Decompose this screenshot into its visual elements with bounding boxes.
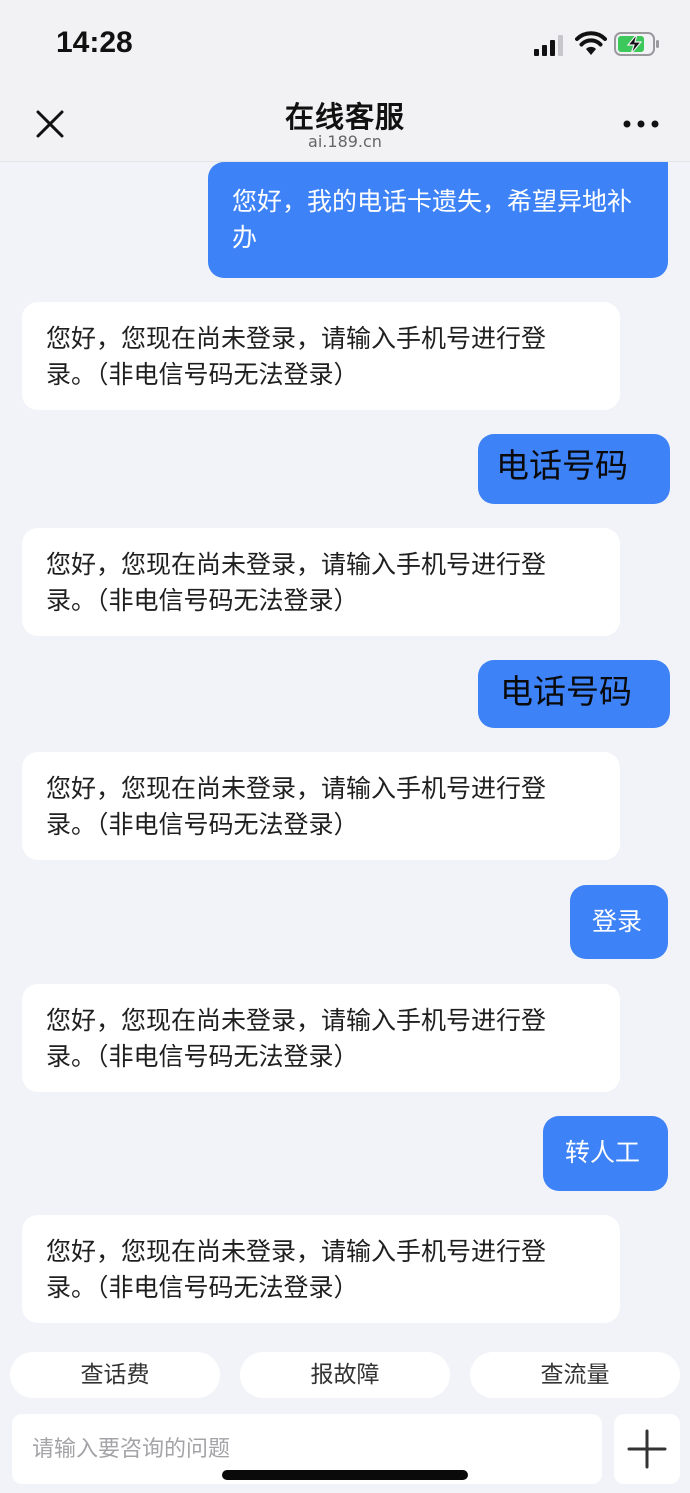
- message-text: 您好，我的电话卡遗失，希望异地补办: [232, 187, 633, 252]
- wifi-icon: [575, 31, 607, 55]
- message-text: 您好，您现在尚未登录，请输入手机号进行登录。（非电信号码无法登录）: [46, 550, 547, 615]
- message-text: 您好，您现在尚未登录，请输入手机号进行登录。（非电信号码无法登录）: [46, 324, 547, 389]
- quick-reply-report-fault[interactable]: 报故障: [240, 1352, 450, 1398]
- battery-charging-icon: [614, 32, 659, 56]
- message-text: 您好，您现在尚未登录，请输入手机号进行登录。（非电信号码无法登录）: [46, 774, 547, 839]
- quick-reply-bar: 查话费 报故障 查流量: [0, 1334, 690, 1414]
- page-subtitle: ai.189.cn: [308, 132, 382, 151]
- quick-reply-check-balance[interactable]: 查话费: [10, 1352, 220, 1398]
- quick-reply-check-data[interactable]: 查流量: [470, 1352, 680, 1398]
- page-title: 在线客服: [284, 100, 405, 134]
- bot-message-bubble: 您好，您现在尚未登录，请输入手机号进行登录。（非电信号码无法登录）: [22, 528, 620, 636]
- bot-message-bubble: 您好，您现在尚未登录，请输入手机号进行登录。（非电信号码无法登录）: [22, 984, 620, 1092]
- user-message-bubble: 电话号码: [478, 434, 670, 504]
- bot-message-bubble: 您好，您现在尚未登录，请输入手机号进行登录。（非电信号码无法登录）: [22, 1215, 620, 1323]
- chat-message-list[interactable]: 您好，我的电话卡遗失，希望异地补办 您好，您现在尚未登录，请输入手机号进行登录。…: [0, 162, 690, 1334]
- home-indicator[interactable]: [222, 1470, 468, 1480]
- message-text: 电话号码: [496, 446, 628, 485]
- user-message-bubble: 转人工: [543, 1116, 668, 1191]
- message-text: 电话号码: [500, 672, 632, 711]
- user-message-bubble: 登录: [570, 885, 668, 959]
- add-attachment-button[interactable]: [614, 1414, 680, 1484]
- input-bar: [0, 1414, 690, 1493]
- message-text: 登录: [592, 907, 643, 936]
- status-bar: 14:28: [0, 0, 690, 88]
- user-message-bubble: 电话号码: [478, 660, 670, 728]
- message-text: 您好，您现在尚未登录，请输入手机号进行登录。（非电信号码无法登录）: [46, 1237, 547, 1302]
- cellular-signal-icon: [534, 35, 563, 56]
- message-text: 转人工: [565, 1138, 641, 1167]
- message-text: 您好，您现在尚未登录，请输入手机号进行登录。（非电信号码无法登录）: [46, 1006, 547, 1071]
- more-options-icon[interactable]: [622, 116, 660, 132]
- status-time: 14:28: [56, 26, 133, 59]
- bot-message-bubble: 您好，您现在尚未登录，请输入手机号进行登录。（非电信号码无法登录）: [22, 302, 620, 410]
- bot-message-bubble: 您好，您现在尚未登录，请输入手机号进行登录。（非电信号码无法登录）: [22, 752, 620, 860]
- plus-icon: [627, 1429, 667, 1469]
- user-message-bubble: 您好，我的电话卡遗失，希望异地补办: [208, 162, 668, 278]
- nav-bar: 在线客服 ai.189.cn: [0, 88, 690, 162]
